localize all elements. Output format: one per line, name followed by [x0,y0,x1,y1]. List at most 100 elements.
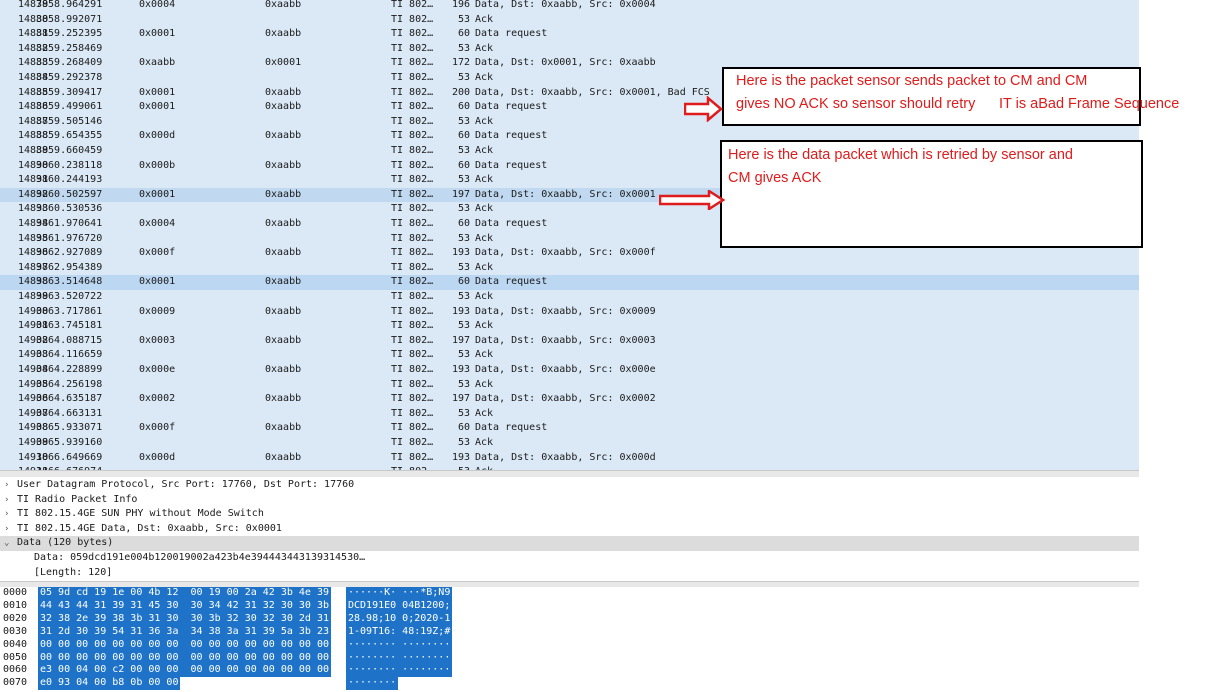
packet-len: 196 [451,0,470,10]
packet-proto: TI 802… [391,130,434,142]
packet-time: 3860.502597 [36,188,103,200]
packet-row[interactable]: 14899 3863.520722 TI 802… 53 Ack [0,290,1139,305]
annotation-text: Here is the data packet which is retried… [728,147,1073,163]
packet-row[interactable]: 14905 3864.256198 TI 802… 53 Ack [0,378,1139,393]
packet-details-pane[interactable]: › User Datagram Protocol, Src Port: 17760… [0,477,1139,581]
ascii-bytes[interactable]: ········ [346,677,399,691]
packet-bytes-pane[interactable]: 0000 05 9d cd 19 1e 00 4b 12 00 19 00 2a … [0,587,1139,692]
packet-time: 3864.228899 [36,364,103,375]
packet-proto: TI 802… [391,247,434,259]
packet-len: 60 [457,101,470,113]
chevron-down-icon[interactable]: ⌄ [4,536,14,551]
chevron-right-icon[interactable]: › [4,507,14,522]
ascii-bytes[interactable]: ········ ········ [346,638,453,652]
pane-splitter[interactable] [0,470,1139,477]
hex-bytes[interactable]: 44 43 44 31 39 31 45 30 30 34 42 31 32 3… [38,599,331,613]
packet-row[interactable]: 14900 3863.717861 0x0009 0xaabb TI 802… 193 Da… [0,305,1139,320]
packet-row[interactable]: 14910 3866.649669 0x000d 0xaabb TI 802… 193 Da… [0,451,1139,466]
packet-proto: TI 802… [391,101,434,113]
packet-row[interactable]: 14880 3858.992071 TI 802… 53 Ack [0,13,1139,28]
detail-text: User Datagram Protocol, Src Port: 17760,… [17,479,355,490]
packet-info: Ack [475,261,494,273]
hex-bytes[interactable]: e3 00 04 00 c2 00 00 00 00 00 00 00 00 0… [38,664,331,678]
packet-row[interactable]: 14896 3862.927089 0x000f 0xaabb TI 802… 193 Da… [0,246,1139,261]
packet-row[interactable]: 14897 3862.954389 TI 802… 53 Ack [0,261,1139,276]
hex-bytes[interactable]: 31 2d 30 39 54 31 36 3a 34 38 3a 31 39 5… [38,625,331,639]
packet-row[interactable]: 14904 3864.228899 0x000e 0xaabb TI 802… 193 Da… [0,363,1139,378]
packet-len: 53 [457,203,470,215]
packet-info: Data, Dst: 0xaabb, Src: 0x000f [475,247,656,259]
packet-time: 3858.992071 [36,13,103,25]
packet-dst: 0xaabb [265,101,302,113]
packet-info: Data request [475,218,548,229]
packet-proto: TI 802… [391,159,434,171]
packet-info: Ack [475,349,494,361]
packet-time: 3863.520722 [36,291,103,302]
packet-src: 0x0009 [139,305,176,317]
packet-proto: TI 802… [391,349,434,361]
packet-row[interactable]: 14903 3864.116659 TI 802… 53 Ack [0,348,1139,363]
packet-info: Data request [475,101,548,113]
packet-len: 53 [457,320,470,332]
packet-len: 53 [457,13,470,25]
packet-proto: TI 802… [391,0,434,10]
chevron-right-icon[interactable]: › [4,493,14,508]
detail-row[interactable]: › TI 802.15.4GE SUN PHY without Mode Swit… [0,507,1139,522]
packet-row[interactable]: 14908 3865.933071 0x000f 0xaabb TI 802… 60 Dat… [0,421,1139,436]
packet-src: 0x0004 [139,218,176,229]
packet-info: Data, Dst: 0x0001, Src: 0xaabb [475,57,656,69]
packet-len: 53 [457,378,470,390]
packet-row[interactable]: 14881 3859.252395 0x0001 0xaabb TI 802… 60 Dat… [0,27,1139,42]
chevron-right-icon[interactable]: › [4,522,14,537]
packet-proto: TI 802… [391,57,434,69]
hex-bytes[interactable]: 32 38 2e 39 38 3b 31 30 30 3b 32 30 32 3… [38,612,331,626]
packet-row[interactable]: 14898 3863.514648 0x0001 0xaabb TI 802… 60 Dat… [0,275,1139,290]
packet-dst: 0xaabb [265,188,302,200]
hex-bytes[interactable]: 00 00 00 00 00 00 00 00 00 00 00 00 00 0… [38,651,331,665]
detail-row[interactable]: [Length: 120] [0,566,1139,581]
packet-row[interactable]: 14909 3865.939160 TI 802… 53 Ack [0,436,1139,451]
packet-row[interactable]: 14901 3863.745181 TI 802… 53 Ack [0,319,1139,334]
ascii-bytes[interactable]: 28.98;10 0;2020-1 [346,612,453,626]
chevron-right-icon[interactable]: › [4,478,14,493]
packet-len: 53 [457,349,470,361]
packet-row[interactable]: 14902 3864.088715 0x0003 0xaabb TI 802… 197 Da… [0,334,1139,349]
packet-len: 193 [451,451,470,463]
ascii-bytes[interactable]: ········ ········ [346,651,453,665]
packet-proto: TI 802… [391,422,434,434]
packet-time: 3859.268409 [36,57,103,69]
detail-row[interactable]: › TI 802.15.4GE Data, Dst: 0xaabb, Src: 0… [0,522,1139,537]
hex-bytes[interactable]: 05 9d cd 19 1e 00 4b 12 00 19 00 2a 42 3… [38,587,331,600]
packet-info: Data request [475,159,548,171]
ascii-bytes[interactable]: 1-09T16: 48:19Z;# [346,625,453,639]
packet-dst: 0xaabb [265,130,302,142]
detail-row[interactable]: › User Datagram Protocol, Src Port: 17760… [0,478,1139,493]
packet-len: 53 [457,261,470,273]
packet-proto: TI 802… [391,334,434,346]
packet-len: 53 [457,291,470,302]
packet-time: 3862.927089 [36,247,103,259]
packet-len: 197 [451,393,470,405]
packet-row[interactable]: 14882 3859.258469 TI 802… 53 Ack [0,42,1139,57]
packet-row[interactable]: 14879 3858.964291 0x0004 0xaabb TI 802… 196 Da… [0,0,1139,13]
packet-time: 3859.660459 [36,145,103,156]
hex-bytes[interactable]: e0 93 04 00 b8 0b 00 00 [38,677,181,691]
ascii-bytes[interactable]: DCD191E0 04B1200; [346,599,453,613]
packet-info: Ack [475,174,494,186]
packet-row[interactable]: 14907 3864.663131 TI 802… 53 Ack [0,407,1139,422]
packet-len: 60 [457,422,470,434]
ascii-bytes[interactable]: ······K· ···*B;N9 [346,587,453,600]
detail-row[interactable]: ⌄ Data (120 bytes) [0,536,1139,551]
packet-time: 3865.933071 [36,422,103,434]
packet-info: Data, Dst: 0xaabb, Src: 0x0002 [475,393,656,405]
detail-row[interactable]: Data: 059dcd191e004b120019002a423b4e3944… [0,551,1139,566]
ascii-bytes[interactable]: ········ ········ [346,664,453,678]
detail-row[interactable]: › TI Radio Packet Info [0,493,1139,508]
packet-row[interactable]: 14906 3864.635187 0x0002 0xaabb TI 802… 197 Da… [0,392,1139,407]
detail-text: TI Radio Packet Info [17,493,138,505]
packet-time: 3861.970641 [36,218,103,229]
packet-time: 3863.745181 [36,320,103,332]
detail-text: TI 802.15.4GE SUN PHY without Mode Switc… [17,508,264,520]
packet-len: 60 [457,159,470,171]
hex-bytes[interactable]: 00 00 00 00 00 00 00 00 00 00 00 00 00 0… [38,638,331,652]
